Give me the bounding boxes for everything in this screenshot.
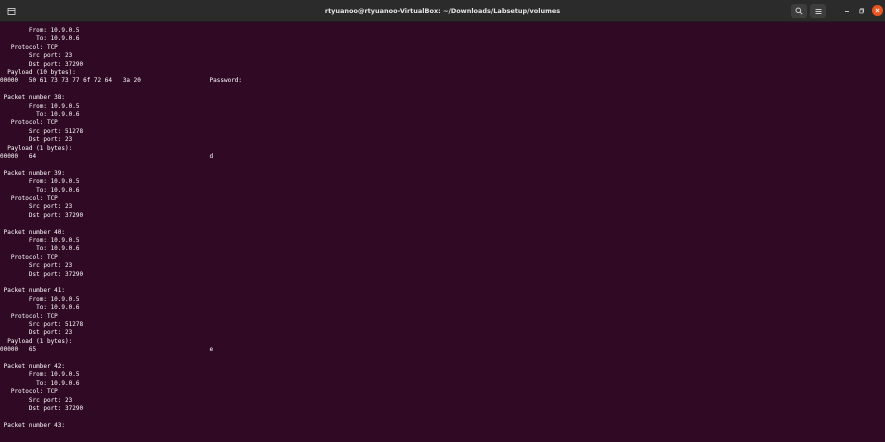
terminal-line: To: 10.9.0.6 (0, 186, 80, 194)
terminal-line: Packet number 42: (0, 363, 66, 370)
terminal-line: Src port: 51278 (0, 127, 84, 135)
terminal-line: From: 10.9.0.5 (0, 295, 80, 303)
terminal-line: Packet number 39: (0, 169, 66, 177)
terminal-window: rtyuanoo@rtyuanoo-VirtualBox: ~/Download… (0, 0, 885, 442)
terminal-line: From: 10.9.0.5 (0, 237, 80, 244)
terminal-line: From: 10.9.0.5 (0, 178, 80, 186)
terminal-line: Protocol: TCP (0, 388, 58, 396)
close-icon (875, 8, 880, 13)
terminal-line: Protocol: TCP (0, 195, 58, 202)
terminal-line: Dst port: 37290 (0, 60, 84, 68)
terminal-line: Dst port: 37290 (0, 270, 84, 278)
terminal-line: Packet number 41: (0, 287, 66, 295)
terminal-line: Src port: 23 (0, 52, 73, 60)
window-title: rtyuanoo@rtyuanoo-VirtualBox: ~/Download… (324, 7, 561, 15)
search-icon (795, 7, 803, 15)
close-button[interactable] (872, 5, 883, 16)
terminal-line: Payload (10 bytes): (0, 69, 76, 76)
terminal-line: Protocol: TCP (0, 119, 58, 127)
terminal-line: 00000 65 e (0, 346, 214, 354)
terminal-line: Src port: 23 (0, 262, 73, 270)
terminal-line: Packet number 38: (0, 94, 66, 102)
minimize-button[interactable] (841, 4, 853, 18)
terminal-line: Protocol: TCP (0, 312, 58, 320)
terminal-line: To: 10.9.0.6 (0, 35, 80, 43)
terminal-line: Dst port: 37290 (0, 405, 84, 412)
terminal-line: Src port: 23 (0, 203, 73, 211)
menu-button[interactable] (810, 4, 826, 18)
terminal-line: Dst port: 23 (0, 136, 73, 144)
terminal-line: From: 10.9.0.5 (0, 27, 80, 34)
hamburger-menu-icon (815, 8, 821, 14)
terminal-line: To: 10.9.0.6 (0, 379, 80, 387)
maximize-icon (859, 8, 865, 14)
terminal-line: Src port: 23 (0, 396, 73, 404)
terminal-line: From: 10.9.0.5 (0, 102, 80, 110)
title-bar[interactable]: rtyuanoo@rtyuanoo-VirtualBox: ~/Download… (0, 0, 885, 22)
terminal-line: Packet number 43: (0, 421, 66, 429)
terminal-line: From: 10.9.0.5 (0, 371, 80, 379)
terminal-line: Payload (1 bytes): (0, 144, 73, 152)
terminal-output[interactable]: From: 10.9.0.5 To: 10.9.0.6 Protocol: TC… (0, 22, 885, 442)
terminal-line: 00000 50 61 73 73 77 6f 72 64 3a 20 Pass… (0, 77, 246, 85)
terminal-line: Src port: 51278 (0, 321, 84, 328)
terminal-line: Dst port: 23 (0, 329, 73, 337)
terminal-line: To: 10.9.0.6 (0, 245, 80, 253)
terminal-line: 00000 64 d (0, 153, 214, 160)
terminal-line: To: 10.9.0.6 (0, 111, 80, 118)
terminal-line: Dst port: 37290 (0, 211, 84, 219)
terminal-line: Protocol: TCP (0, 43, 58, 51)
maximize-button[interactable] (856, 4, 868, 18)
terminal-line: Protocol: TCP (0, 253, 58, 261)
terminal-line: Payload (1 bytes): (0, 337, 73, 345)
terminal-line: To: 10.9.0.6 (0, 304, 80, 312)
search-button[interactable] (791, 4, 807, 18)
minimize-icon (845, 11, 849, 12)
terminal-line: Packet number 40: (0, 228, 66, 236)
